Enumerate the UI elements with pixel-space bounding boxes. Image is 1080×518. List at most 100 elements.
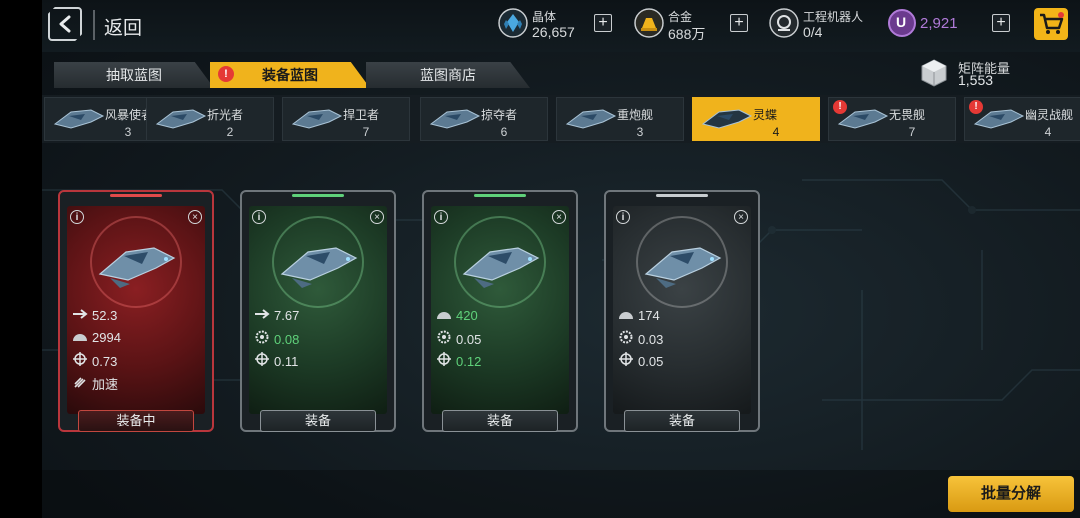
arrow-icon <box>254 308 270 323</box>
stat-row: 2994 <box>72 330 121 348</box>
stat-row: 加速 <box>72 374 118 392</box>
tab-equip-blueprint[interactable]: ! 装备蓝图 <box>210 62 370 88</box>
ship-count: 2 <box>226 125 234 139</box>
ship-icon <box>701 109 753 129</box>
ship-item[interactable]: 重炮舰 3 <box>556 97 684 141</box>
tab-draw-blueprint[interactable]: 抽取蓝图 <box>54 62 214 88</box>
back-button[interactable] <box>48 7 82 41</box>
info-icon[interactable]: i <box>252 210 266 224</box>
equip-button[interactable]: 装备中 <box>78 410 194 432</box>
chevron-left-icon <box>59 15 71 33</box>
ship-item[interactable]: ! 幽灵战舰 4 <box>964 97 1080 141</box>
ship-count: 7 <box>362 125 370 139</box>
ship-count: 7 <box>908 125 916 139</box>
resource-name: 晶体 <box>532 10 557 24</box>
premium-resource: U 2,921 <box>887 6 977 42</box>
blueprint-card[interactable]: i × 174 0.03 0.05 装备 <box>604 190 760 432</box>
stat-row: 0.12 <box>436 352 481 370</box>
alloy-resource: 合金 688万 <box>634 6 734 42</box>
stat-value: 0.05 <box>456 332 482 347</box>
rarity-indicator <box>474 194 526 197</box>
shield-icon <box>618 308 634 323</box>
close-icon[interactable]: × <box>188 210 202 224</box>
crosshair-icon <box>254 352 270 369</box>
close-icon[interactable]: × <box>552 210 566 224</box>
stat-value: 420 <box>456 308 478 323</box>
close-icon[interactable]: × <box>370 210 384 224</box>
batch-dismantle-button[interactable]: 批量分解 <box>948 476 1074 512</box>
tab-label: 装备蓝图 <box>262 67 318 83</box>
ship-name: 重炮舰 <box>617 108 654 122</box>
info-icon[interactable]: i <box>434 210 448 224</box>
stat-row: 0.08 <box>254 330 299 348</box>
ship-image <box>462 247 540 288</box>
crystal-resource: 晶体 26,657 <box>498 6 598 42</box>
stat-value: 0.12 <box>456 354 482 369</box>
stat-value: 7.67 <box>274 308 300 323</box>
blueprint-card[interactable]: i × 420 0.05 0.12 装备 <box>422 190 578 432</box>
blueprint-card[interactable]: i × 7.67 0.08 0.11 装备 <box>240 190 396 432</box>
info-icon[interactable]: i <box>70 210 84 224</box>
close-icon[interactable]: × <box>734 210 748 224</box>
ship-item[interactable]: 灵蝶 4 <box>692 97 820 141</box>
equip-button[interactable]: 装备 <box>260 410 376 432</box>
rarity-indicator <box>110 194 162 197</box>
crosshair-icon <box>618 352 634 369</box>
tab-blueprint-shop[interactable]: 蓝图商店 <box>366 62 530 88</box>
alert-icon: ! <box>969 100 983 114</box>
resource-name: 合金 <box>668 10 693 24</box>
equip-button[interactable]: 装备 <box>624 410 740 432</box>
shop-cart-button[interactable] <box>1034 8 1068 40</box>
add-alloy-button[interactable]: + <box>730 14 748 32</box>
ship-icon <box>291 109 343 129</box>
rarity-indicator <box>656 194 708 197</box>
shield-icon <box>436 308 452 323</box>
ship-item[interactable]: 折光者 2 <box>146 97 274 141</box>
tab-label: 蓝图商店 <box>420 67 476 83</box>
ship-item[interactable]: ! 无畏舰 7 <box>828 97 956 141</box>
ship-count: 3 <box>636 125 644 139</box>
stat-value: 0.05 <box>638 354 664 369</box>
bottom-band <box>42 470 1080 518</box>
info-icon[interactable]: i <box>616 210 630 224</box>
stat-value: 0.11 <box>274 354 299 369</box>
stat-row: 0.05 <box>618 352 663 370</box>
resource-name: 工程机器人 <box>803 10 864 24</box>
stat-row: 420 <box>436 308 478 326</box>
gear-icon <box>618 330 634 347</box>
stat-value: 0.03 <box>638 332 664 347</box>
ship-count: 3 <box>124 125 132 139</box>
ship-name: 捍卫者 <box>343 108 380 122</box>
blueprint-card[interactable]: i × 52.3 2994 0.73 加速 装备中 <box>58 190 214 432</box>
ship-image <box>280 247 358 288</box>
stat-row: 0.73 <box>72 352 117 370</box>
shield-icon <box>72 330 88 345</box>
crosshair-icon <box>436 352 452 369</box>
ship-icon <box>429 109 481 129</box>
gear-icon <box>254 330 270 347</box>
robot-icon <box>769 8 799 38</box>
stat-value: 174 <box>638 308 660 323</box>
matrix-cube-icon <box>921 59 947 87</box>
add-premium-button[interactable]: + <box>992 14 1010 32</box>
rarity-indicator <box>292 194 344 197</box>
divider <box>93 10 95 40</box>
stat-row: 0.03 <box>618 330 663 348</box>
ship-name: 折光者 <box>207 108 244 122</box>
ship-item[interactable]: 掠夺者 6 <box>420 97 548 141</box>
stat-row: 174 <box>618 308 660 326</box>
ship-icon <box>53 109 105 129</box>
back-label: 返回 <box>104 18 143 39</box>
ship-item[interactable]: 捍卫者 7 <box>282 97 410 141</box>
ship-count: 4 <box>1044 125 1052 139</box>
stat-value: 加速 <box>92 377 119 392</box>
equip-button[interactable]: 装备 <box>442 410 558 432</box>
alert-icon: ! <box>218 66 234 82</box>
gear-icon <box>436 330 452 347</box>
ship-name: 无畏舰 <box>889 108 926 122</box>
arrow-icon <box>72 308 88 323</box>
add-crystal-button[interactable]: + <box>594 14 612 32</box>
cart-icon <box>1040 12 1064 34</box>
crystal-icon <box>498 8 528 38</box>
resource-value: 688万 <box>668 26 706 42</box>
